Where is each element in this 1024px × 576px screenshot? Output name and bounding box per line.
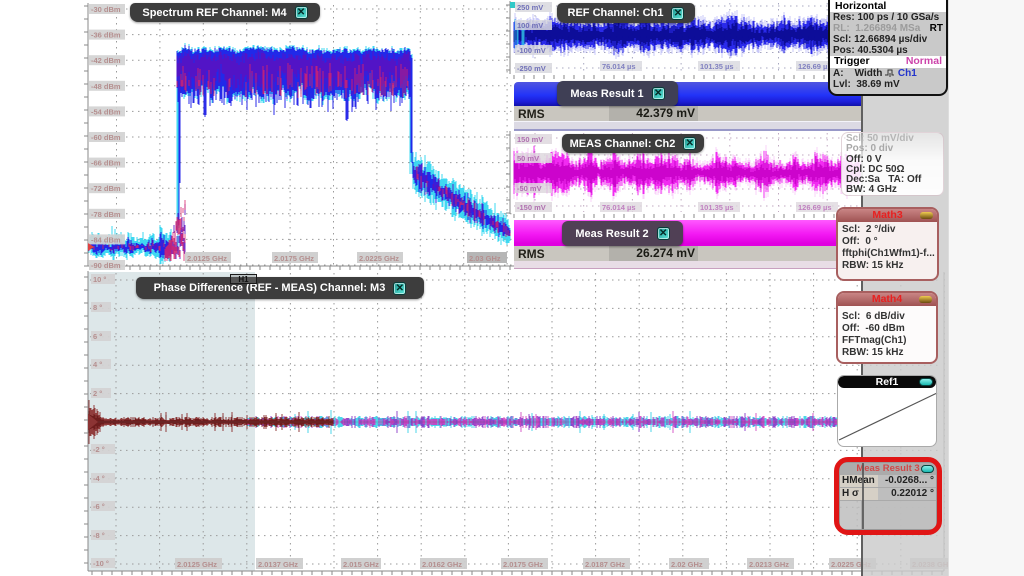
svg-text:2.015 GHz: 2.015 GHz (343, 560, 379, 569)
svg-text:10 °: 10 ° (93, 275, 106, 284)
svg-text:2.0175 GHz: 2.0175 GHz (274, 254, 314, 263)
svg-text:-100 mV: -100 mV (517, 46, 546, 55)
svg-text:126.69 µs: 126.69 µs (798, 62, 832, 71)
svg-text:-78 dBm: -78 dBm (91, 210, 121, 219)
svg-text:-60 dBm: -60 dBm (91, 133, 121, 142)
svg-text:-2 °: -2 ° (93, 445, 105, 454)
svg-text:-250 mV: -250 mV (517, 64, 546, 73)
svg-text:-36 dBm: -36 dBm (91, 31, 121, 40)
svg-text:-4 °: -4 ° (93, 474, 105, 483)
svg-text:6 °: 6 ° (93, 332, 102, 341)
svg-text:2.0162 GHz: 2.0162 GHz (422, 560, 462, 569)
svg-text:-54 dBm: -54 dBm (91, 107, 121, 116)
svg-text:150 mV: 150 mV (517, 135, 543, 144)
svg-text:2.0213 GHz: 2.0213 GHz (749, 560, 789, 569)
svg-text:250 mV: 250 mV (517, 3, 543, 12)
svg-text:-6 °: -6 ° (93, 502, 105, 511)
svg-text:-8 °: -8 ° (93, 531, 105, 540)
svg-text:2.0125 GHz: 2.0125 GHz (177, 560, 217, 569)
svg-text:-50 mV: -50 mV (517, 184, 542, 193)
svg-text:-30 dBm: -30 dBm (91, 5, 121, 14)
svg-text:2.0175 GHz: 2.0175 GHz (503, 560, 543, 569)
svg-text:2.0137 GHz: 2.0137 GHz (258, 560, 298, 569)
svg-text:76.014 µs: 76.014 µs (602, 203, 636, 212)
svg-text:-48 dBm: -48 dBm (91, 82, 121, 91)
svg-text:101.35 µs: 101.35 µs (700, 203, 734, 212)
svg-text:-72 dBm: -72 dBm (91, 184, 121, 193)
svg-text:8 °: 8 ° (93, 303, 102, 312)
svg-text:-42 dBm: -42 dBm (91, 56, 121, 65)
svg-text:126.69 µs: 126.69 µs (798, 203, 832, 212)
svg-text:2.02 GHz: 2.02 GHz (671, 560, 703, 569)
svg-text:-150 mV: -150 mV (517, 203, 546, 212)
svg-text:-10 °: -10 ° (93, 559, 109, 568)
svg-text:2.0187 GHz: 2.0187 GHz (585, 560, 625, 569)
svg-text:4 °: 4 ° (93, 360, 102, 369)
svg-text:2.0125 GHz: 2.0125 GHz (187, 254, 227, 263)
svg-text:101.35 µs: 101.35 µs (700, 62, 734, 71)
svg-text:100 mV: 100 mV (517, 21, 543, 30)
svg-text:2.0225 GHz: 2.0225 GHz (359, 254, 399, 263)
svg-text:2 °: 2 ° (93, 389, 102, 398)
svg-text:50 mV: 50 mV (517, 154, 539, 163)
svg-text:2.03 GHz: 2.03 GHz (469, 254, 501, 263)
svg-text:-90 dBm: -90 dBm (91, 261, 121, 270)
svg-text:76.014 µs: 76.014 µs (602, 62, 636, 71)
svg-text:-66 dBm: -66 dBm (91, 159, 121, 168)
svg-text:-84 dBm: -84 dBm (91, 235, 121, 244)
